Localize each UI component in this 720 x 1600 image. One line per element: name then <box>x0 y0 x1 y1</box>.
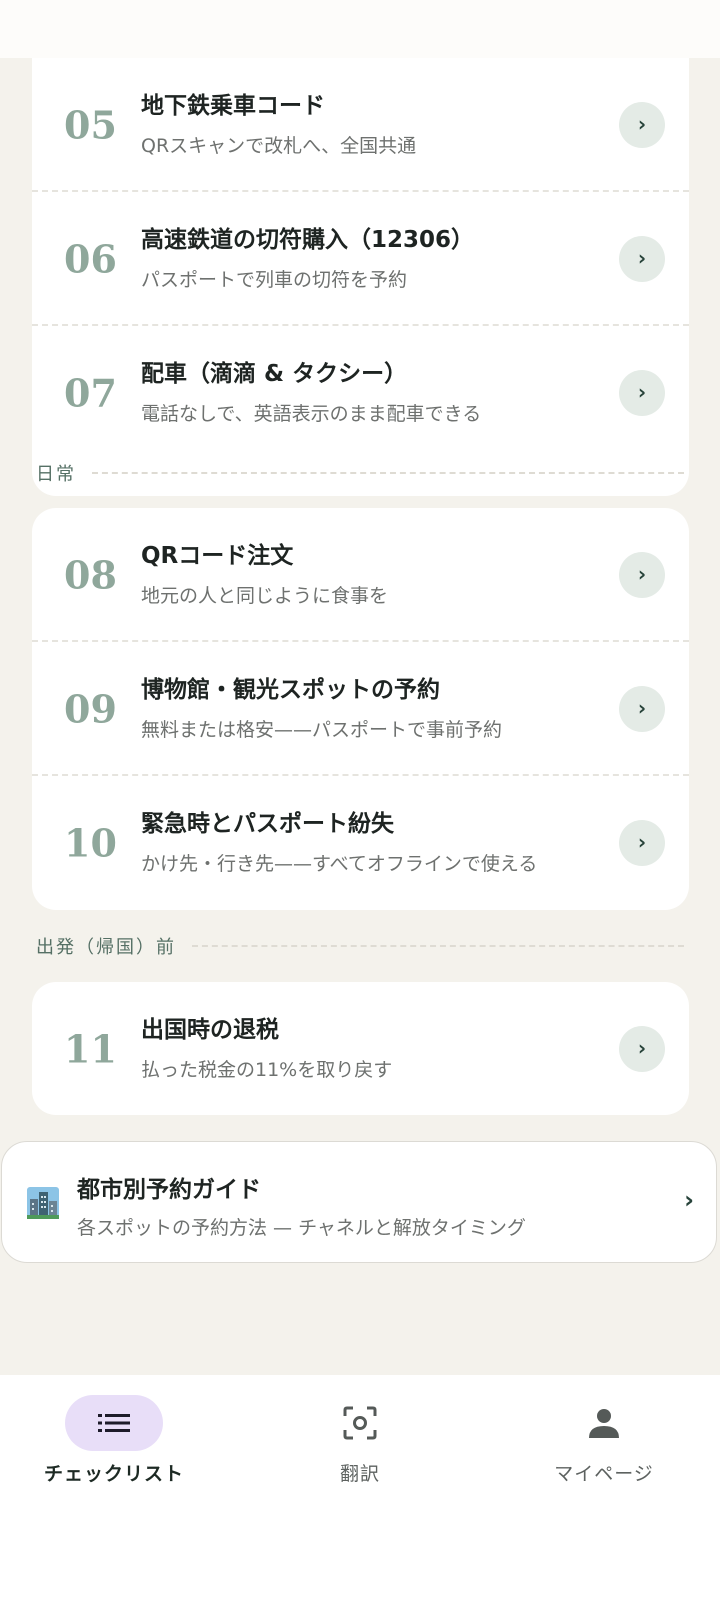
dashed-line <box>192 945 684 947</box>
item-number: 08 <box>64 552 117 598</box>
item-title: 出国時の退税 <box>141 1017 279 1043</box>
checklist-item-09[interactable]: 09 博物館・観光スポットの予約 無料または格安——パスポートで事前予約 › <box>32 642 689 776</box>
nav-active-indicator <box>65 1395 163 1451</box>
checklist-item-10[interactable]: 10 緊急時とパスポート紛失 かけ先・行き先——すべてオフラインで使える › <box>32 776 689 910</box>
city-icon <box>27 1187 59 1219</box>
nav-item-mypage[interactable]: マイページ <box>484 1395 720 1486</box>
item-number: 05 <box>64 102 117 148</box>
item-number: 09 <box>64 686 117 732</box>
item-subtitle: かけ先・行き先——すべてオフラインで使える <box>141 853 538 875</box>
chevron-right-icon[interactable]: › <box>619 552 665 598</box>
item-number: 10 <box>64 820 117 866</box>
status-bar <box>0 0 720 58</box>
checklist-card-daily: 08 QRコード注文 地元の人と同じように食事を › 09 博物館・観光スポット… <box>32 508 689 910</box>
person-icon <box>589 1409 619 1438</box>
section-title: 日常 <box>36 464 76 485</box>
item-subtitle: 払った税金の11%を取り戻す <box>141 1059 393 1081</box>
checklist-item-06[interactable]: 06 高速鉄道の切符購入（12306） パスポートで列車の切符を予約 › <box>32 192 689 326</box>
item-title: 地下鉄乗車コード <box>141 93 325 119</box>
chevron-right-icon[interactable]: › <box>619 236 665 282</box>
section-header-departure: 出発（帰国）前 <box>36 934 684 958</box>
item-subtitle: 無料または格安——パスポートで事前予約 <box>141 719 503 741</box>
item-title: QRコード注文 <box>141 543 294 569</box>
chevron-right-icon: › <box>684 1186 694 1214</box>
bottom-navigation: チェックリスト 翻訳 マイページ <box>0 1375 720 1600</box>
item-subtitle: パスポートで列車の切符を予約 <box>141 269 408 291</box>
item-title: 高速鉄道の切符購入（12306） <box>141 227 475 253</box>
guide-subtitle: 各スポットの予約方法 — チャネルと解放タイミング <box>77 1217 526 1239</box>
nav-icon-container <box>311 1395 409 1451</box>
item-number: 11 <box>64 1026 117 1071</box>
guide-title: 都市別予約ガイド <box>77 1177 261 1203</box>
checklist-card-transport: 05 地下鉄乗車コード QRスキャンで改札へ、全国共通 › 06 高速鉄道の切符… <box>32 58 689 496</box>
nav-item-translate[interactable]: 翻訳 <box>240 1395 480 1486</box>
list-icon <box>98 1414 130 1432</box>
checklist-item-11[interactable]: 11 出国時の退税 払った税金の11%を取り戻す › <box>32 982 689 1115</box>
chevron-right-icon[interactable]: › <box>619 102 665 148</box>
city-guide-card[interactable]: 都市別予約ガイド 各スポットの予約方法 — チャネルと解放タイミング › <box>1 1141 717 1263</box>
section-header-daily: 日常 <box>36 461 684 485</box>
checklist-card-departure: 11 出国時の退税 払った税金の11%を取り戻す › <box>32 982 689 1115</box>
nav-label: 翻訳 <box>339 1463 380 1485</box>
checklist-content[interactable]: 05 地下鉄乗車コード QRスキャンで改札へ、全国共通 › 06 高速鉄道の切符… <box>0 58 720 1375</box>
dashed-line <box>92 472 684 474</box>
checklist-item-05[interactable]: 05 地下鉄乗車コード QRスキャンで改札へ、全国共通 › <box>32 58 689 192</box>
nav-icon-container <box>555 1395 653 1451</box>
item-title: 博物館・観光スポットの予約 <box>141 677 440 703</box>
checklist-item-08[interactable]: 08 QRコード注文 地元の人と同じように食事を › <box>32 508 689 642</box>
chevron-right-icon[interactable]: › <box>619 1025 665 1072</box>
chevron-right-icon[interactable]: › <box>619 820 665 866</box>
item-subtitle: 電話なしで、英語表示のまま配車できる <box>141 403 482 425</box>
item-title: 配車（滴滴 & タクシー） <box>141 361 408 387</box>
section-title: 出発（帰国）前 <box>36 937 176 958</box>
chevron-right-icon[interactable]: › <box>619 370 665 416</box>
item-title: 緊急時とパスポート紛失 <box>141 811 394 837</box>
checklist-item-07[interactable]: 07 配車（滴滴 & タクシー） 電話なしで、英語表示のまま配車できる › <box>32 326 689 460</box>
item-subtitle: 地元の人と同じように食事を <box>141 585 389 607</box>
chevron-right-icon[interactable]: › <box>619 686 665 732</box>
item-number: 06 <box>64 236 117 282</box>
nav-item-checklist[interactable]: チェックリスト <box>0 1395 234 1486</box>
nav-label: チェックリスト <box>43 1463 184 1485</box>
nav-label: マイページ <box>554 1463 654 1485</box>
item-subtitle: QRスキャンで改札へ、全国共通 <box>141 135 417 157</box>
scan-icon <box>343 1406 377 1440</box>
item-number: 07 <box>64 370 117 416</box>
